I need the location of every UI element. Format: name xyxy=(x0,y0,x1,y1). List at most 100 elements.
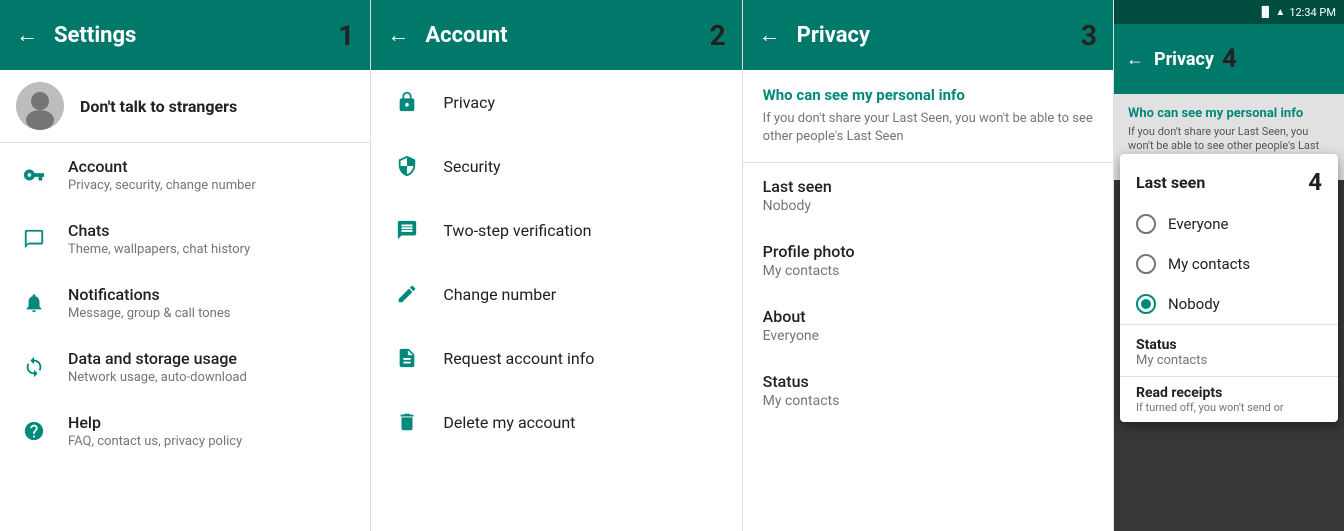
option-my-contacts[interactable]: My contacts xyxy=(1120,244,1338,284)
help-subtitle: FAQ, contact us, privacy policy xyxy=(68,434,242,449)
option-everyone-label: Everyone xyxy=(1168,215,1228,233)
dialog-bg-content: Who can see my personal info If you don'… xyxy=(1114,94,1344,531)
settings-item-help[interactable]: Help FAQ, contact us, privacy policy xyxy=(0,399,370,463)
privacy-info-text: If you don't share your Last Seen, you w… xyxy=(763,110,1093,146)
dialog-read-section: Read receipts If turned off, you won't s… xyxy=(1120,376,1338,422)
privacy-item-last-seen[interactable]: Last seen Nobody xyxy=(743,163,1113,228)
privacy-item-about[interactable]: About Everyone xyxy=(743,293,1113,358)
delete-label: Delete my account xyxy=(443,413,575,432)
doc-edit-icon xyxy=(391,278,423,310)
last-seen-value: Nobody xyxy=(763,198,1093,214)
last-seen-dialog: Last seen 4 Everyone My contacts Nobody xyxy=(1120,154,1338,422)
doc-icon xyxy=(391,342,423,374)
chat-icon xyxy=(16,221,52,257)
dialog-title-text: Last seen xyxy=(1136,173,1205,192)
privacy-item-profile-photo[interactable]: Profile photo My contacts xyxy=(743,228,1113,293)
profile-row[interactable]: Don't talk to strangers xyxy=(0,70,370,143)
settings-number: 1 xyxy=(338,19,354,52)
security-label: Security xyxy=(443,157,500,176)
bell-icon xyxy=(16,285,52,321)
dialog-box-title: Last seen 4 xyxy=(1120,154,1338,204)
settings-panel: ← Settings 1 Don't talk to strangers Acc… xyxy=(0,0,371,531)
radio-nobody xyxy=(1136,294,1156,314)
dialog-header: ← Privacy 4 xyxy=(1114,24,1344,94)
help-title: Help xyxy=(68,413,242,432)
avatar xyxy=(16,82,64,130)
account-header: ← Account 2 xyxy=(371,0,741,70)
data-subtitle: Network usage, auto-download xyxy=(68,370,247,385)
settings-header: ← Settings 1 xyxy=(0,0,370,70)
chats-text: Chats Theme, wallpapers, chat history xyxy=(68,221,250,257)
account-back-button[interactable]: ← xyxy=(387,22,409,48)
settings-item-chats[interactable]: Chats Theme, wallpapers, chat history xyxy=(0,207,370,271)
radio-inner xyxy=(1141,299,1151,309)
settings-item-notifications[interactable]: Notifications Message, group & call tone… xyxy=(0,271,370,335)
radio-my-contacts xyxy=(1136,254,1156,274)
help-text: Help FAQ, contact us, privacy policy xyxy=(68,413,242,449)
account-subtitle: Privacy, security, change number xyxy=(68,178,256,193)
about-label: About xyxy=(763,307,1093,326)
help-icon xyxy=(16,413,52,449)
option-my-contacts-label: My contacts xyxy=(1168,255,1250,273)
radio-everyone xyxy=(1136,214,1156,234)
settings-list: Account Privacy, security, change number… xyxy=(0,143,370,531)
status-icons: ▐▌ ▲ xyxy=(1258,7,1285,18)
privacy-label: Privacy xyxy=(443,93,495,112)
privacy-title-header: Privacy xyxy=(797,23,1073,48)
data-title: Data and storage usage xyxy=(68,349,247,368)
change-number-label: Change number xyxy=(443,285,556,304)
account-item-security[interactable]: Security xyxy=(371,134,741,198)
status-label: Status xyxy=(763,372,1093,391)
privacy-back-button[interactable]: ← xyxy=(759,22,781,48)
status-value: My contacts xyxy=(763,393,1093,409)
settings-title: Settings xyxy=(54,23,330,48)
status-bar: ▐▌ ▲ 12:34 PM xyxy=(1114,0,1344,24)
request-info-label: Request account info xyxy=(443,349,594,368)
two-step-label: Two-step verification xyxy=(443,221,591,240)
dialog-status-value: My contacts xyxy=(1136,353,1322,368)
option-everyone[interactable]: Everyone xyxy=(1120,204,1338,244)
account-item-delete[interactable]: Delete my account xyxy=(371,390,741,454)
dialog-panel: ▐▌ ▲ 12:34 PM ← Privacy 4 Who can see my… xyxy=(1114,0,1344,531)
privacy-header: ← Privacy 3 xyxy=(743,0,1113,70)
dialog-back-button[interactable]: ← xyxy=(1126,49,1144,70)
last-seen-label: Last seen xyxy=(763,177,1093,196)
account-item-request-info[interactable]: Request account info xyxy=(371,326,741,390)
profile-photo-value: My contacts xyxy=(763,263,1093,279)
bg-privacy-title: Who can see my personal info xyxy=(1128,106,1330,121)
trash-icon xyxy=(391,406,423,438)
privacy-item-status[interactable]: Status My contacts xyxy=(743,358,1113,423)
dialog-header-number: 4 xyxy=(1222,44,1237,74)
profile-text: Don't talk to strangers xyxy=(80,97,237,116)
dialog-read-title: Read receipts xyxy=(1136,385,1322,401)
account-title: Account xyxy=(68,157,256,176)
profile-photo-label: Profile photo xyxy=(763,242,1093,261)
account-list: Privacy Security Two-step verification xyxy=(371,70,741,531)
dialog-number: 4 xyxy=(1308,168,1322,196)
dialog-status-section: Status My contacts xyxy=(1120,324,1338,376)
dialog-status-title: Status xyxy=(1136,337,1322,353)
notifications-subtitle: Message, group & call tones xyxy=(68,306,230,321)
account-title-header: Account xyxy=(425,23,701,48)
chats-title: Chats xyxy=(68,221,250,240)
settings-item-data[interactable]: Data and storage usage Network usage, au… xyxy=(0,335,370,399)
settings-back-button[interactable]: ← xyxy=(16,22,38,48)
account-text: Account Privacy, security, change number xyxy=(68,157,256,193)
lock-icon xyxy=(391,86,423,118)
option-nobody[interactable]: Nobody xyxy=(1120,284,1338,324)
notifications-title: Notifications xyxy=(68,285,230,304)
profile-name: Don't talk to strangers xyxy=(80,97,237,116)
settings-item-account[interactable]: Account Privacy, security, change number xyxy=(0,143,370,207)
option-nobody-label: Nobody xyxy=(1168,295,1220,313)
account-item-privacy[interactable]: Privacy xyxy=(371,70,741,134)
chats-subtitle: Theme, wallpapers, chat history xyxy=(68,242,250,257)
battery-icon: ▐▌ xyxy=(1258,7,1272,18)
account-item-change-number[interactable]: Change number xyxy=(371,262,741,326)
refresh-icon xyxy=(16,349,52,385)
notifications-text: Notifications Message, group & call tone… xyxy=(68,285,230,321)
signal-icon: ▲ xyxy=(1275,7,1285,18)
privacy-number: 3 xyxy=(1081,19,1097,52)
account-item-two-step[interactable]: Two-step verification xyxy=(371,198,741,262)
about-value: Everyone xyxy=(763,328,1093,344)
data-text: Data and storage usage Network usage, au… xyxy=(68,349,247,385)
